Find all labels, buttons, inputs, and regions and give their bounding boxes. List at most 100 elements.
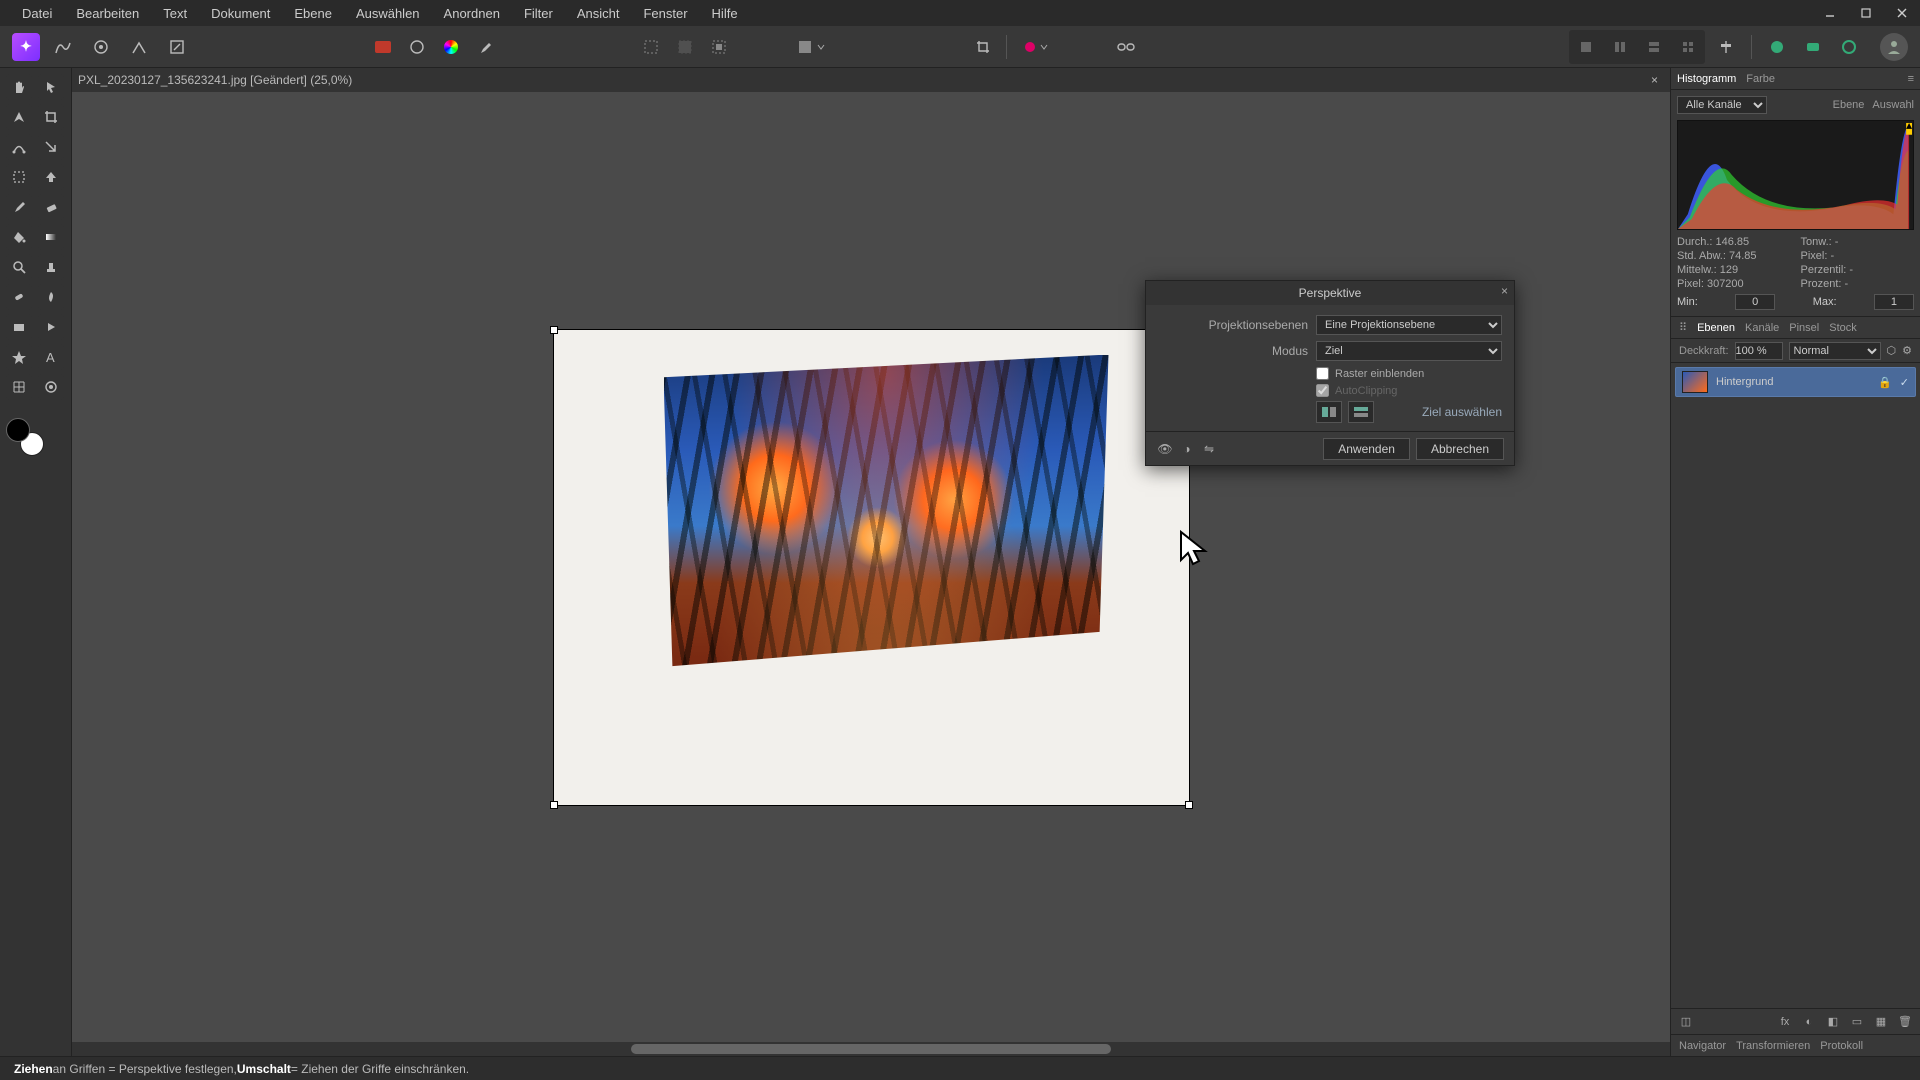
heal-tool[interactable] (6, 284, 32, 310)
delete-layer-icon[interactable]: 🗑 (1896, 1013, 1914, 1031)
cancel-button[interactable]: Abbrechen (1416, 438, 1504, 460)
mask-icon[interactable]: ◫ (1677, 1013, 1695, 1031)
menu-auswaehlen[interactable]: Auswählen (344, 2, 432, 25)
before-after-a-icon[interactable] (1316, 401, 1342, 423)
tab-transformieren[interactable]: Transformieren (1736, 1040, 1810, 1052)
arrange-1-icon[interactable] (1571, 32, 1601, 62)
show-grid-checkbox[interactable] (1316, 367, 1329, 380)
selection-a-icon[interactable] (636, 32, 666, 62)
play-tool[interactable] (38, 314, 64, 340)
export-persona-icon[interactable] (162, 32, 192, 62)
color-swatch[interactable] (6, 418, 44, 456)
text-tool[interactable]: A (38, 344, 64, 370)
zoom-tool[interactable] (6, 254, 32, 280)
choose-destination-link[interactable]: Ziel auswählen (1422, 405, 1502, 419)
liquify-persona-icon[interactable] (86, 32, 116, 62)
flood-select-tool[interactable] (38, 164, 64, 190)
link-icon[interactable] (1111, 32, 1141, 62)
document-tab[interactable]: PXL_20230127_135623241.jpg [Geändert] (2… (72, 68, 1670, 92)
circle-tool-icon[interactable] (402, 32, 432, 62)
star-tool[interactable] (6, 344, 32, 370)
lens-tool[interactable] (38, 374, 64, 400)
fill-tool[interactable] (6, 224, 32, 250)
dropper-icon[interactable] (470, 32, 500, 62)
mirror-icon[interactable]: ⇋ (1200, 440, 1218, 458)
menu-ebene[interactable]: Ebene (282, 2, 344, 25)
swatch-red-icon[interactable] (368, 32, 398, 62)
tab-ebenen[interactable]: Ebenen (1697, 322, 1735, 334)
selection-c-icon[interactable] (704, 32, 734, 62)
lock-icon[interactable]: ⬡ (1887, 344, 1897, 357)
histo-ebene-link[interactable]: Ebene (1833, 99, 1865, 111)
quicklook-dropdown[interactable] (790, 32, 832, 62)
group-layer-icon[interactable]: ▭ (1848, 1013, 1866, 1031)
sync-c-icon[interactable] (1834, 32, 1864, 62)
proj-select[interactable]: Eine Projektionsebene (1316, 315, 1502, 335)
selection-b-icon[interactable] (670, 32, 700, 62)
develop-persona-icon[interactable] (124, 32, 154, 62)
arrange-4-icon[interactable] (1673, 32, 1703, 62)
gradient-tool[interactable] (38, 224, 64, 250)
layer-item[interactable]: Hintergrund 🔒 ✓ (1675, 367, 1916, 397)
brush-tool[interactable] (6, 194, 32, 220)
menu-fenster[interactable]: Fenster (631, 2, 699, 25)
split-icon[interactable]: ◑ (1178, 440, 1196, 458)
user-avatar[interactable] (1880, 33, 1908, 61)
crop-icon[interactable] (968, 32, 998, 62)
crop-tool[interactable] (38, 104, 64, 130)
max-input[interactable] (1874, 294, 1914, 310)
smudge-tool[interactable] (38, 284, 64, 310)
tab-protokoll[interactable]: Protokoll (1820, 1040, 1863, 1052)
min-input[interactable] (1735, 294, 1775, 310)
arrange-2-icon[interactable] (1605, 32, 1635, 62)
persona-photo-icon[interactable] (48, 32, 78, 62)
marquee-tool[interactable] (6, 164, 32, 190)
close-window-button[interactable] (1884, 0, 1920, 26)
menu-bearbeiten[interactable]: Bearbeiten (64, 2, 151, 25)
tab-navigator[interactable]: Navigator (1679, 1040, 1726, 1052)
tab-kanaele[interactable]: Kanäle (1745, 322, 1779, 334)
hand-tool[interactable] (6, 74, 32, 100)
gear-icon[interactable]: ⚙ (1902, 344, 1912, 357)
eraser-tool[interactable] (38, 194, 64, 220)
grid-tool[interactable] (6, 374, 32, 400)
pen-tool[interactable] (6, 104, 32, 130)
layer-lock-icon[interactable]: 🔒 (1878, 376, 1892, 389)
menu-ansicht[interactable]: Ansicht (565, 2, 632, 25)
menu-filter[interactable]: Filter (512, 2, 565, 25)
align-icon[interactable] (1711, 32, 1741, 62)
color-wheel-icon[interactable] (436, 32, 466, 62)
fx-icon[interactable]: fx (1776, 1013, 1794, 1031)
mode-select[interactable]: Ziel (1316, 341, 1502, 361)
dialog-titlebar[interactable]: Perspektive × (1146, 281, 1514, 305)
horizontal-scrollbar[interactable] (72, 1042, 1670, 1056)
sync-a-icon[interactable] (1762, 32, 1792, 62)
blend-mode-select[interactable]: Normal (1789, 342, 1881, 360)
menu-hilfe[interactable]: Hilfe (700, 2, 750, 25)
preview-icon[interactable]: 👁 (1156, 440, 1174, 458)
histo-auswahl-link[interactable]: Auswahl (1872, 99, 1914, 111)
tab-histogramm[interactable]: Histogramm (1677, 73, 1736, 85)
apply-button[interactable]: Anwenden (1323, 438, 1410, 460)
move-tool[interactable] (38, 74, 64, 100)
arrange-3-icon[interactable] (1639, 32, 1669, 62)
menu-dokument[interactable]: Dokument (199, 2, 282, 25)
perspective-handle-bl[interactable] (550, 801, 558, 809)
opacity-input[interactable] (1735, 342, 1783, 360)
perspective-handle-br[interactable] (1185, 801, 1193, 809)
new-layer-icon[interactable]: ▦ (1872, 1013, 1890, 1031)
maximize-button[interactable] (1848, 0, 1884, 26)
close-tab-icon[interactable]: × (1645, 73, 1664, 87)
assistant-dropdown-icon[interactable] (1015, 32, 1055, 62)
shape-tool[interactable] (6, 314, 32, 340)
adjustment-icon[interactable]: ◐ (1800, 1013, 1818, 1031)
tab-pinsel[interactable]: Pinsel (1789, 322, 1819, 334)
perspective-handle-tl[interactable] (550, 326, 558, 334)
minimize-button[interactable] (1812, 0, 1848, 26)
before-after-b-icon[interactable] (1348, 401, 1374, 423)
layer-visible-icon[interactable]: ✓ (1900, 376, 1909, 389)
dialog-close-icon[interactable]: × (1501, 284, 1508, 298)
panel-menu-icon[interactable]: ≡ (1908, 73, 1914, 85)
corner-tool[interactable] (38, 134, 64, 160)
menu-datei[interactable]: Datei (10, 2, 64, 25)
